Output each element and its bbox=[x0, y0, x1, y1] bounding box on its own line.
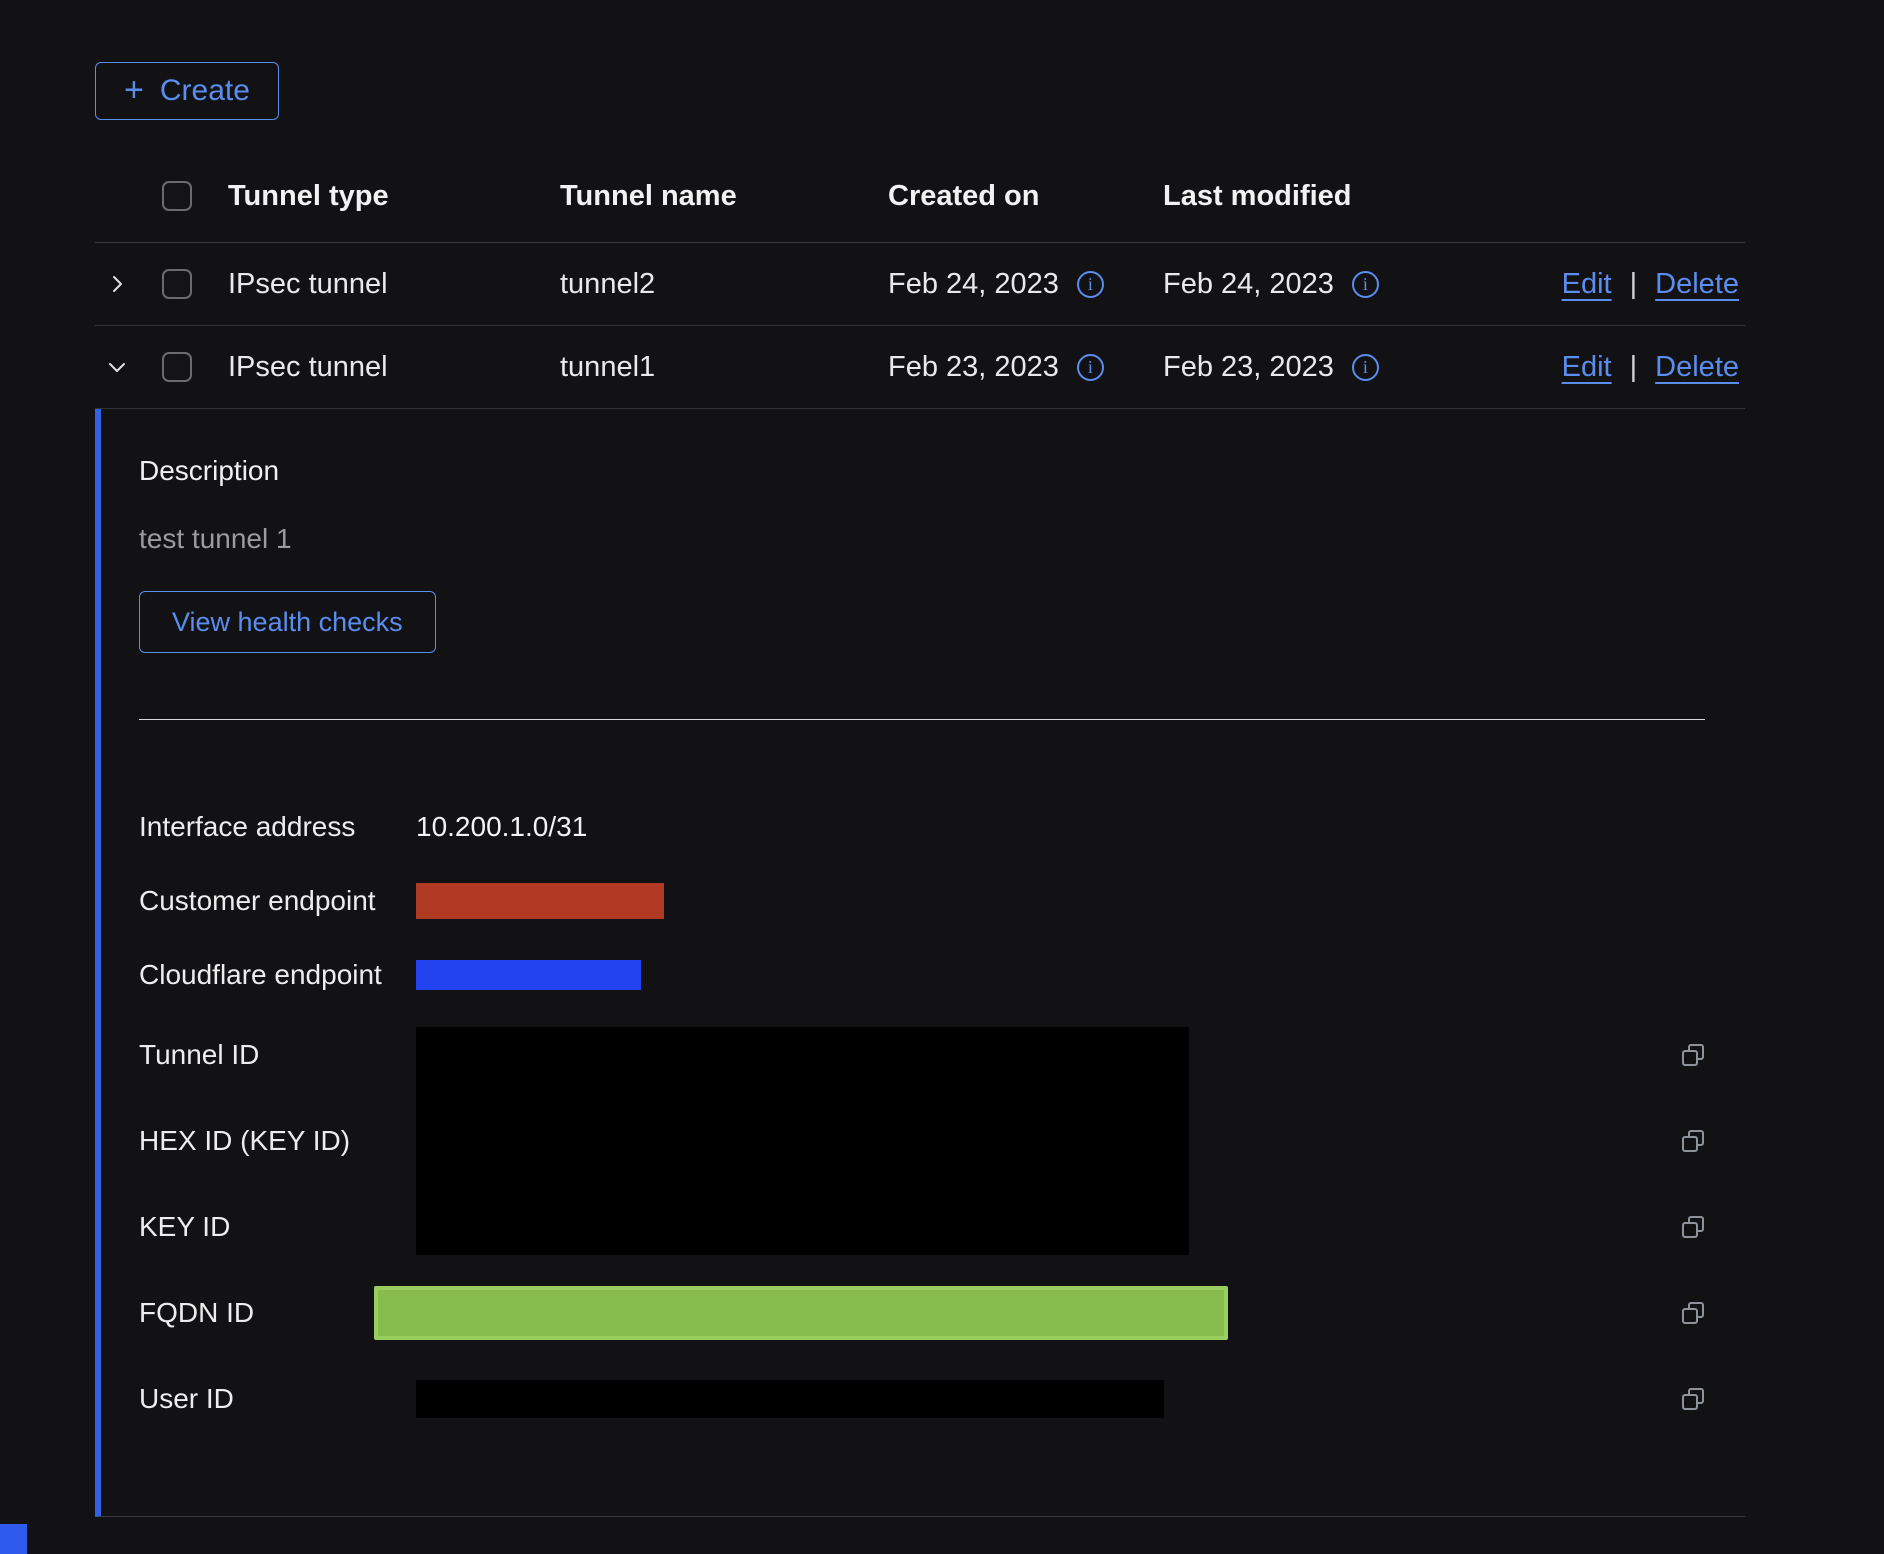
last-modified-cell: Feb 24, 2023 bbox=[1163, 268, 1334, 301]
tunnel-type-cell: IPsec tunnel bbox=[228, 268, 560, 301]
row-checkbox[interactable] bbox=[162, 352, 192, 382]
tunnels-page: + Create Tunnel type Tunnel name Created… bbox=[0, 0, 1745, 1517]
tunnels-table: Tunnel type Tunnel name Created on Last … bbox=[95, 150, 1745, 1517]
copy-icon bbox=[1681, 1301, 1705, 1325]
chevron-right-icon bbox=[107, 274, 127, 294]
edit-link[interactable]: Edit bbox=[1562, 351, 1612, 384]
field-row-user-id: User ID bbox=[139, 1356, 1705, 1442]
description-value: test tunnel 1 bbox=[139, 523, 1705, 555]
create-button-label: Create bbox=[160, 74, 250, 108]
collapse-row-button[interactable] bbox=[103, 353, 131, 381]
copy-icon bbox=[1681, 1387, 1705, 1411]
tunnel-name-cell: tunnel1 bbox=[560, 351, 888, 384]
fqdn-id-redacted-value bbox=[374, 1286, 1228, 1340]
copy-icon bbox=[1681, 1215, 1705, 1239]
header-last-modified: Last modified bbox=[1163, 180, 1463, 213]
customer-endpoint-redacted-value bbox=[416, 883, 664, 919]
user-id-redacted-value bbox=[416, 1380, 1164, 1418]
copy-fqdn-id-button[interactable] bbox=[1661, 1301, 1705, 1325]
field-row-cloudflare-endpoint: Cloudflare endpoint bbox=[139, 938, 1705, 1012]
bottom-left-blue-marker bbox=[0, 1524, 27, 1554]
copy-user-id-button[interactable] bbox=[1661, 1387, 1705, 1411]
description-label: Description bbox=[139, 455, 1705, 487]
info-icon[interactable]: i bbox=[1352, 354, 1379, 381]
tunnel-type-cell: IPsec tunnel bbox=[228, 351, 560, 384]
customer-endpoint-label: Customer endpoint bbox=[139, 885, 416, 917]
tunnel-detail-panel: Description test tunnel 1 View health ch… bbox=[95, 409, 1745, 1517]
field-group-ids: Tunnel ID HEX ID (KEY ID) bbox=[139, 1012, 1705, 1270]
delete-link[interactable]: Delete bbox=[1655, 351, 1739, 384]
view-health-checks-label: View health checks bbox=[172, 607, 403, 638]
copy-icon bbox=[1681, 1129, 1705, 1153]
field-row-fqdn-id: FQDN ID bbox=[139, 1270, 1705, 1356]
created-on-cell: Feb 24, 2023 bbox=[888, 268, 1059, 301]
copy-icon bbox=[1681, 1043, 1705, 1067]
table-row: IPsec tunnel tunnel2 Feb 24, 2023 i Feb … bbox=[95, 243, 1745, 326]
copy-tunnel-id-button[interactable] bbox=[1661, 1043, 1705, 1067]
interface-address-label: Interface address bbox=[139, 811, 416, 843]
header-created-on: Created on bbox=[888, 180, 1163, 213]
user-id-label: User ID bbox=[139, 1383, 416, 1415]
info-icon[interactable]: i bbox=[1352, 271, 1379, 298]
info-icon[interactable]: i bbox=[1077, 271, 1104, 298]
chevron-down-icon bbox=[107, 357, 127, 377]
created-on-cell: Feb 23, 2023 bbox=[888, 351, 1059, 384]
row-checkbox[interactable] bbox=[162, 269, 192, 299]
action-separator: | bbox=[1630, 351, 1638, 384]
copy-key-id-button[interactable] bbox=[1661, 1215, 1705, 1239]
copy-hex-id-button[interactable] bbox=[1661, 1129, 1705, 1153]
field-row-interface-address: Interface address 10.200.1.0/31 bbox=[139, 790, 1705, 864]
panel-divider bbox=[139, 719, 1705, 720]
info-icon[interactable]: i bbox=[1077, 354, 1104, 381]
tunnel-id-redacted-value bbox=[416, 1027, 1189, 1255]
expand-row-button[interactable] bbox=[103, 270, 131, 298]
header-tunnel-type: Tunnel type bbox=[228, 180, 560, 213]
interface-address-value: 10.200.1.0/31 bbox=[416, 811, 1661, 843]
table-header-row: Tunnel type Tunnel name Created on Last … bbox=[95, 150, 1745, 243]
tunnel-id-label: Tunnel ID bbox=[139, 1039, 416, 1071]
cloudflare-endpoint-label: Cloudflare endpoint bbox=[139, 959, 416, 991]
action-separator: | bbox=[1630, 268, 1638, 301]
select-all-checkbox[interactable] bbox=[162, 181, 192, 211]
field-row-customer-endpoint: Customer endpoint bbox=[139, 864, 1705, 938]
delete-link[interactable]: Delete bbox=[1655, 268, 1739, 301]
tunnel-name-cell: tunnel2 bbox=[560, 268, 888, 301]
view-health-checks-button[interactable]: View health checks bbox=[139, 591, 436, 653]
last-modified-cell: Feb 23, 2023 bbox=[1163, 351, 1334, 384]
tunnel-detail-fields: Interface address 10.200.1.0/31 Customer… bbox=[139, 790, 1705, 1442]
edit-link[interactable]: Edit bbox=[1562, 268, 1612, 301]
create-button[interactable]: + Create bbox=[95, 62, 279, 120]
key-id-label: KEY ID bbox=[139, 1211, 416, 1243]
header-tunnel-name: Tunnel name bbox=[560, 180, 888, 213]
table-row: IPsec tunnel tunnel1 Feb 23, 2023 i Feb … bbox=[95, 326, 1745, 409]
plus-icon: + bbox=[124, 73, 144, 107]
cloudflare-endpoint-redacted-value bbox=[416, 960, 641, 990]
hex-id-label: HEX ID (KEY ID) bbox=[139, 1125, 416, 1157]
